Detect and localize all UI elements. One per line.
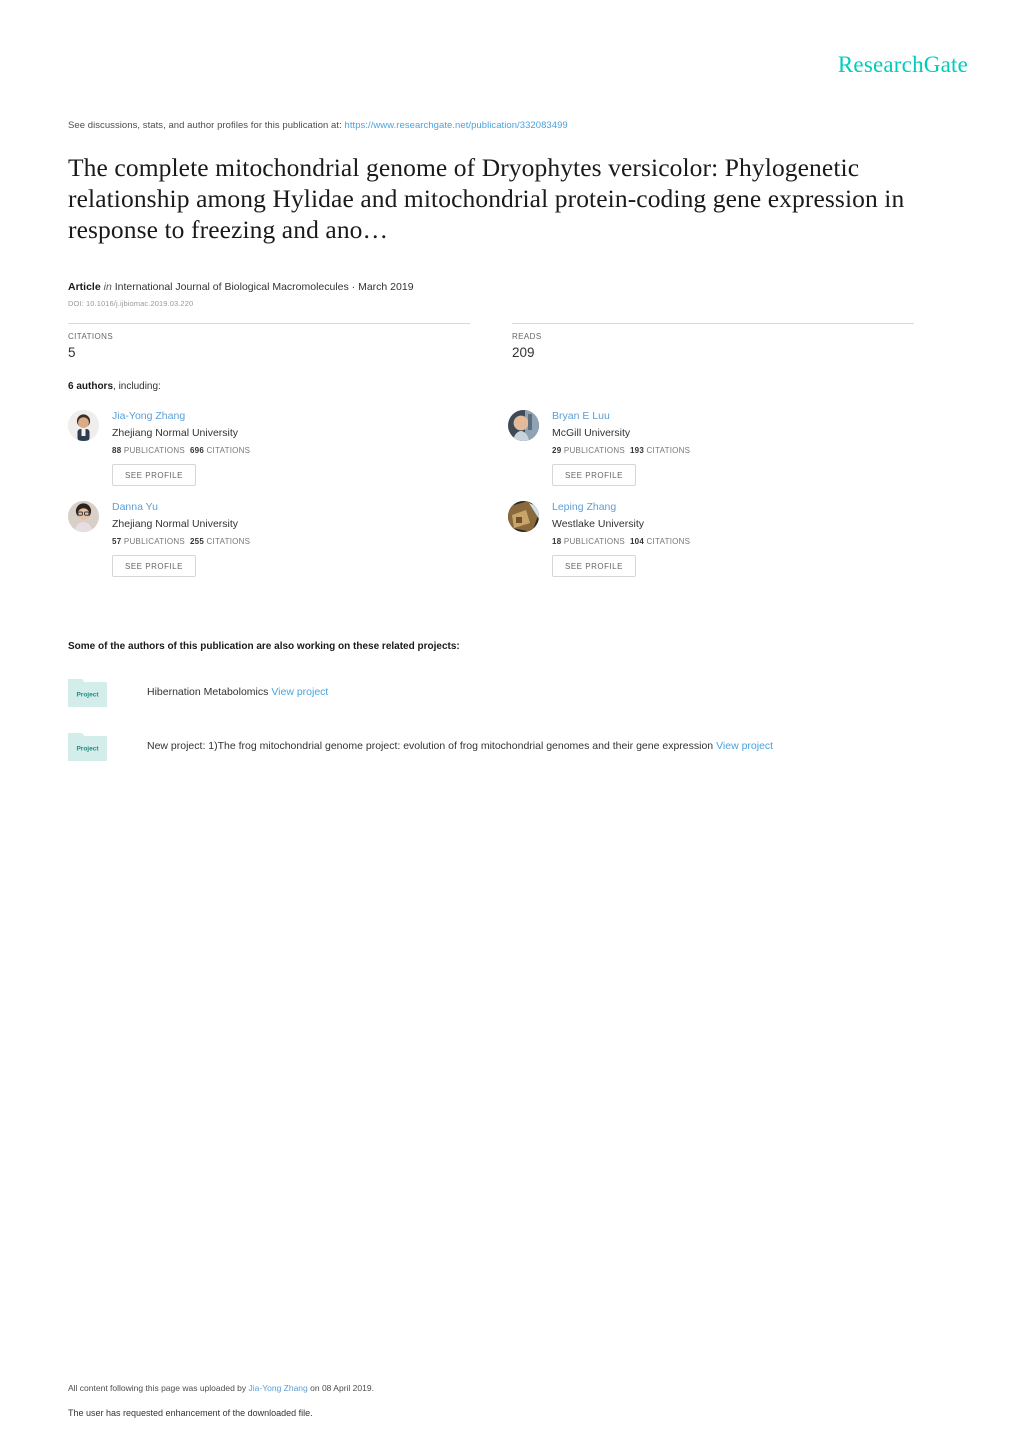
footer-suffix: on 08 April 2019. (310, 1383, 374, 1393)
author-publications-count: 29 (552, 446, 562, 455)
publications-label: PUBLICATIONS (123, 446, 185, 455)
author-affiliation: Zhejiang Normal University (112, 518, 239, 530)
researchgate-logo[interactable]: ResearchGate (838, 52, 968, 78)
project-title: Hibernation Metabolomics (147, 686, 269, 698)
citations-label: CITATIONS (646, 446, 691, 455)
project-folder-icon: Project (68, 730, 107, 761)
author-stats: 18 PUBLICATIONS 104 CITATIONS (552, 537, 690, 546)
author-affiliation: Zhejiang Normal University (112, 427, 239, 439)
project-text: Hibernation Metabolomics View project (147, 676, 328, 699)
see-profile-button[interactable]: SEE PROFILE (112, 464, 196, 486)
article-journal-date: International Journal of Biological Macr… (114, 281, 414, 293)
author-citations-count: 255 (189, 537, 205, 546)
authors-grid: Jia-Yong Zhang Zhejiang Normal Universit… (68, 408, 948, 577)
stat-value-reads: 209 (512, 345, 535, 360)
author-body: Jia-Yong Zhang Zhejiang Normal Universit… (112, 408, 250, 486)
footer-upload-note: All content following this page was uplo… (68, 1383, 374, 1393)
stat-divider (512, 323, 914, 324)
article-meta: Article in International Journal of Biol… (68, 281, 414, 293)
see-discussions-prefix: See discussions, stats, and author profi… (68, 120, 342, 131)
author-publications-count: 88 (112, 446, 122, 455)
authors-count: 6 authors (68, 381, 114, 392)
researchgate-publication-page: ResearchGate See discussions, stats, and… (0, 0, 1020, 1441)
author-stats: 57 PUBLICATIONS 255 CITATIONS (112, 537, 250, 546)
footer-enhancement-note: The user has requested enhancement of th… (68, 1408, 313, 1418)
stat-citations: CITATIONS 5 (68, 323, 470, 360)
project-row: Project New project: 1)The frog mitochon… (68, 730, 928, 761)
stat-divider (68, 323, 470, 324)
stat-label-citations: CITATIONS (68, 332, 114, 341)
project-title: New project: 1)The frog mitochondrial ge… (147, 740, 714, 752)
author-body: Leping Zhang Westlake University 18 PUBL… (552, 499, 690, 577)
svg-text:Project: Project (76, 692, 99, 699)
author-card: Danna Yu Zhejiang Normal University 57 P… (68, 499, 508, 577)
citations-label: CITATIONS (206, 537, 251, 546)
author-card: Leping Zhang Westlake University 18 PUBL… (508, 499, 948, 577)
author-citations-count: 696 (189, 446, 205, 455)
stat-label-reads: READS (512, 332, 542, 341)
stat-value-citations: 5 (68, 345, 76, 360)
see-profile-button[interactable]: SEE PROFILE (552, 555, 636, 577)
author-affiliation: McGill University (552, 427, 631, 439)
author-affiliation: Westlake University (552, 518, 644, 530)
author-name[interactable]: Danna Yu (112, 500, 250, 514)
authors-count-suffix: , including: (113, 381, 161, 392)
author-stats: 88 PUBLICATIONS 696 CITATIONS (112, 446, 250, 455)
publication-url-link[interactable]: https://www.researchgate.net/publication… (344, 120, 567, 131)
related-projects-heading: Some of the authors of this publication … (68, 641, 460, 652)
author-citations-count: 193 (629, 446, 645, 455)
publications-label: PUBLICATIONS (563, 537, 625, 546)
authors-heading: 6 authors, including: (68, 381, 161, 392)
author-name[interactable]: Jia-Yong Zhang (112, 409, 250, 423)
page-title: The complete mitochondrial genome of Dry… (68, 153, 905, 244)
publications-label: PUBLICATIONS (123, 537, 185, 546)
author-body: Bryan E Luu McGill University 29 PUBLICA… (552, 408, 690, 486)
footer-uploader-link[interactable]: Jia-Yong Zhang (249, 1383, 308, 1393)
citations-label: CITATIONS (646, 537, 691, 546)
researchgate-logo-text: ResearchGate (837, 52, 968, 77)
avatar[interactable] (508, 501, 539, 532)
stats-row: CITATIONS 5 READS 209 (68, 323, 914, 360)
related-projects-list: Project Hibernation Metabolomics View pr… (68, 676, 928, 784)
author-publications-count: 57 (112, 537, 122, 546)
author-publications-count: 18 (552, 537, 562, 546)
article-in-label: in (103, 281, 112, 293)
author-card: Bryan E Luu McGill University 29 PUBLICA… (508, 408, 948, 486)
author-stats: 29 PUBLICATIONS 193 CITATIONS (552, 446, 690, 455)
footer-prefix: All content following this page was uplo… (68, 1383, 247, 1393)
view-project-link[interactable]: View project (271, 686, 328, 698)
author-name[interactable]: Bryan E Luu (552, 409, 690, 423)
see-discussions-line: See discussions, stats, and author profi… (68, 120, 568, 131)
see-profile-button[interactable]: SEE PROFILE (112, 555, 196, 577)
project-folder-icon: Project (68, 676, 107, 707)
avatar[interactable] (68, 410, 99, 441)
view-project-link[interactable]: View project (716, 740, 773, 752)
stat-reads: READS 209 (512, 323, 914, 360)
author-name[interactable]: Leping Zhang (552, 500, 690, 514)
publications-label: PUBLICATIONS (563, 446, 625, 455)
project-text: New project: 1)The frog mitochondrial ge… (147, 730, 773, 753)
avatar[interactable] (508, 410, 539, 441)
author-body: Danna Yu Zhejiang Normal University 57 P… (112, 499, 250, 577)
avatar[interactable] (68, 501, 99, 532)
see-profile-button[interactable]: SEE PROFILE (552, 464, 636, 486)
citations-label: CITATIONS (206, 446, 251, 455)
article-type-label: Article (68, 281, 101, 293)
project-row: Project Hibernation Metabolomics View pr… (68, 676, 928, 707)
article-doi: DOI: 10.1016/j.ijbiomac.2019.03.220 (68, 299, 194, 308)
author-card: Jia-Yong Zhang Zhejiang Normal Universit… (68, 408, 508, 486)
author-citations-count: 104 (629, 537, 645, 546)
svg-text:Project: Project (76, 746, 99, 753)
